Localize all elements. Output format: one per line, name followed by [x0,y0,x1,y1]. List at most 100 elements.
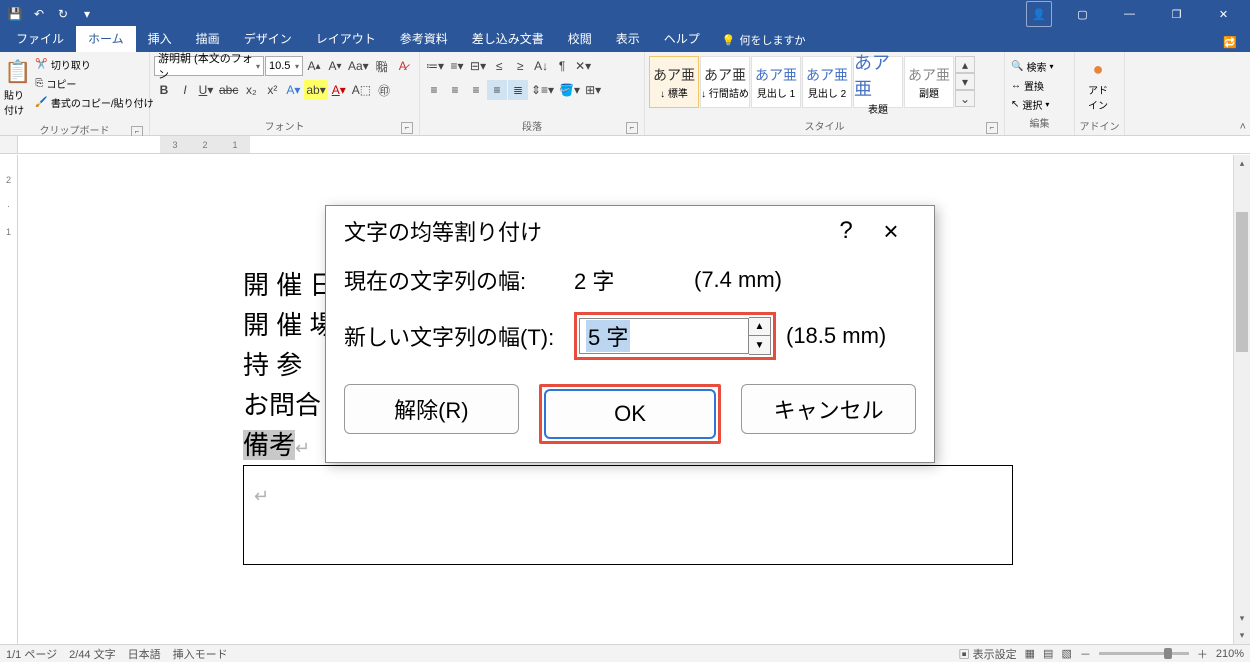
save-button[interactable]: 💾 [4,3,26,25]
account-icon[interactable]: 👤 [1026,1,1052,27]
text-effects-button[interactable]: A▾ [283,80,303,100]
highlight-button[interactable]: ab▾ [304,80,327,100]
text-box[interactable]: ↵ [243,465,1013,565]
qat-more-button[interactable]: ▾ [76,3,98,25]
dialog-help-button[interactable]: ? [826,217,866,245]
display-settings-button[interactable]: ▣ 表示設定 [959,646,1017,662]
dialog-close-button[interactable]: × [866,216,916,247]
vertical-ruler[interactable]: 2 · 1 [0,155,18,644]
scroll-up-button[interactable]: ▴ [1234,155,1250,172]
bold-button[interactable]: B [154,80,174,100]
document-text[interactable]: 開 催 日 開 催 場 持 参 お問合 備考↵ [243,265,335,468]
format-painter-button[interactable]: 🖌️書式のコピー/貼り付け [33,94,155,111]
tab-home[interactable]: ホーム [76,26,136,52]
style-title[interactable]: あア亜表題 [853,56,903,108]
styles-up-button[interactable]: ▴ [955,56,975,73]
page-indicator[interactable]: 1/1 ページ [6,646,57,662]
scroll-down-button[interactable]: ▾ [1234,610,1250,627]
italic-button[interactable]: I [175,80,195,100]
borders-button[interactable]: ⊞▾ [583,80,603,100]
show-marks-button[interactable]: ¶ [552,56,572,76]
tell-me[interactable]: 💡 何をしますか [712,28,816,52]
tab-review[interactable]: 校閲 [556,26,604,52]
spin-down-button[interactable]: ▼ [749,336,770,354]
view-print-button[interactable]: ▦ [1025,647,1035,660]
paste-button[interactable]: 📋 貼り付け [4,56,31,120]
new-width-input[interactable]: 5 字 [579,318,749,354]
undo-button[interactable]: ↶ [28,3,50,25]
tab-mailmerge[interactable]: 差し込み文書 [460,26,556,52]
zoom-slider[interactable] [1099,652,1189,655]
styles-launcher[interactable]: ⌐ [986,122,998,134]
tab-view[interactable]: 表示 [604,26,652,52]
ribbon-display-button[interactable]: ▢ [1060,0,1105,28]
superscript-button[interactable]: x² [262,80,282,100]
phonetic-button[interactable]: ㍾ [372,56,392,76]
shading-button[interactable]: 🪣▾ [557,80,582,100]
insert-mode[interactable]: 挿入モード [173,646,228,662]
redo-button[interactable]: ↻ [52,3,74,25]
cut-button[interactable]: ✂️切り取り [33,56,155,73]
multilevel-button[interactable]: ⊟▾ [468,56,488,76]
align-left-button[interactable]: ≡ [424,80,444,100]
scroll-track[interactable] [1234,172,1250,610]
strike-button[interactable]: abc [217,80,240,100]
style-subtitle[interactable]: あア亜副題 [904,56,954,108]
style-normal[interactable]: あア亜↓ 標準 [649,56,699,108]
language-indicator[interactable]: 日本語 [128,646,161,662]
cancel-button[interactable]: キャンセル [741,384,916,434]
addins-button[interactable]: ● アド イン [1079,54,1117,116]
font-size-combo[interactable]: 10.5▾ [265,56,303,76]
spin-up-button[interactable]: ▲ [749,318,770,336]
collapse-ribbon-button[interactable]: ˄ [1240,121,1246,133]
zoom-out-button[interactable]: － [1080,646,1091,662]
tab-references[interactable]: 参考資料 [388,26,460,52]
styles-more-button[interactable]: ⌄ [955,90,975,107]
minimize-button[interactable]: — [1107,0,1152,28]
zoom-in-button[interactable]: ＋ [1197,646,1208,662]
underline-button[interactable]: U▾ [196,80,216,100]
increase-indent-button[interactable]: ≥ [510,56,530,76]
change-case-button[interactable]: Aa▾ [346,56,371,76]
tab-draw[interactable]: 描画 [184,26,232,52]
tab-file[interactable]: ファイル [4,26,76,52]
subscript-button[interactable]: x₂ [241,80,261,100]
numbering-button[interactable]: ≡▾ [447,56,467,76]
style-heading1[interactable]: あア亜見出し 1 [751,56,801,108]
share-button[interactable]: 🔁 [1210,36,1250,52]
enclose-char-button[interactable]: ㊞ [374,80,394,100]
select-button[interactable]: ↖選択▾ [1009,96,1070,113]
tab-layout[interactable]: レイアウト [304,26,388,52]
decrease-indent-button[interactable]: ≤ [489,56,509,76]
style-nospacing[interactable]: あア亜↓ 行間詰め [700,56,750,108]
release-button[interactable]: 解除(R) [344,384,519,434]
tab-help[interactable]: ヘルプ [652,26,712,52]
grow-font-button[interactable]: A▴ [304,56,324,76]
replace-button[interactable]: ↔置換 [1009,77,1070,94]
ok-button[interactable]: OK [544,389,717,439]
asian-layout-button[interactable]: ✕▾ [573,56,593,76]
styles-down-button[interactable]: ▾ [955,73,975,90]
line-spacing-button[interactable]: ⇕≡▾ [529,80,556,100]
sort-button[interactable]: A↓ [531,56,551,76]
close-window-button[interactable]: ✕ [1201,0,1246,28]
font-launcher[interactable]: ⌐ [401,122,413,134]
align-center-button[interactable]: ≡ [445,80,465,100]
view-read-button[interactable]: ▤ [1043,647,1053,660]
font-color-button[interactable]: A▾ [329,80,349,100]
zoom-level[interactable]: 210% [1216,648,1244,660]
distributed-button[interactable]: ≣ [508,80,528,100]
shrink-font-button[interactable]: A▾ [325,56,345,76]
font-name-combo[interactable]: 游明朝 (本文のフォン▾ [154,56,264,76]
bullets-button[interactable]: ≔▾ [424,56,446,76]
find-button[interactable]: 🔍検索▾ [1009,58,1070,75]
clear-format-button[interactable]: A̷ [393,56,413,76]
tab-design[interactable]: デザイン [232,26,304,52]
maximize-button[interactable]: ❐ [1154,0,1199,28]
char-shading-button[interactable]: A⬚ [350,80,373,100]
horizontal-ruler[interactable]: 3 2 1 [0,136,1250,154]
object-browse-button[interactable]: ▾ [1234,627,1250,644]
style-heading2[interactable]: あア亜見出し 2 [802,56,852,108]
paragraph-launcher[interactable]: ⌐ [626,122,638,134]
scroll-thumb[interactable] [1236,212,1248,352]
